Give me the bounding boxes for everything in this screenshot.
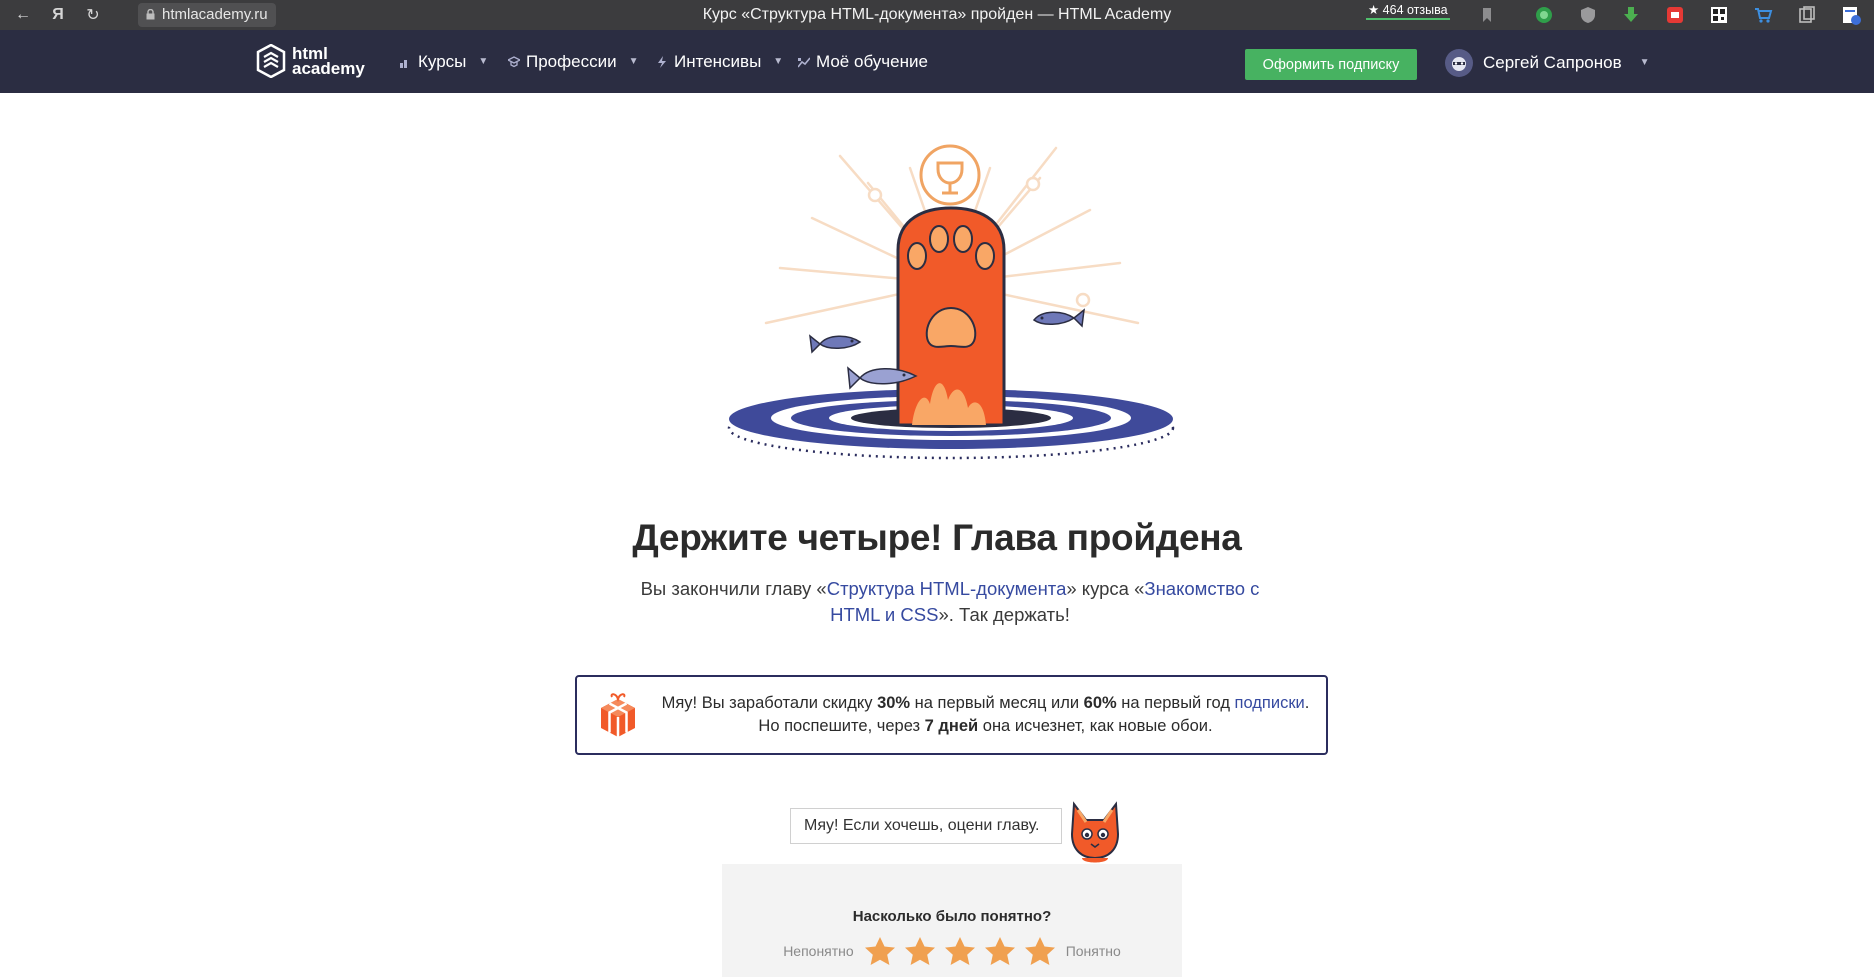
chevron-down-icon: ▼ — [628, 56, 639, 67]
text-after: ». Так держать! — [938, 604, 1070, 625]
lock-icon — [146, 9, 155, 20]
nav-courses-label: Курсы — [418, 52, 467, 71]
fish-left — [809, 334, 862, 354]
star-1-icon[interactable] — [864, 936, 896, 966]
gift-box-icon — [601, 693, 635, 737]
lightning-icon — [658, 56, 666, 68]
discount-part3: на первый год — [1116, 694, 1235, 712]
page-title: Держите четыре! Глава пройдена — [632, 517, 1242, 558]
discount-part1: Мяу! Вы заработали скидку — [661, 694, 878, 712]
cat-mascot-icon — [1070, 801, 1120, 863]
nav-professions-label: Профессии — [526, 52, 617, 71]
star-4-icon[interactable] — [984, 936, 1016, 966]
discount-part4: . — [1304, 694, 1310, 712]
text-middle: » курса « — [1066, 578, 1145, 599]
avatar — [1445, 49, 1473, 77]
browser-toolbar: ← Я ↻ htmlacademy.ru Курс «Структура HTM… — [0, 0, 1874, 30]
shield-icon[interactable] — [1577, 4, 1599, 26]
paw-trophy-illustration — [727, 144, 1175, 460]
completion-message: Вы закончили главу «Структура HTML-докум… — [640, 576, 1260, 628]
extension-red-icon[interactable] — [1664, 4, 1686, 26]
star-3-icon[interactable] — [944, 936, 976, 966]
rating-row: Непонятно Понятно — [722, 936, 1182, 966]
discount-month-percent: 30% — [877, 694, 911, 712]
user-menu[interactable]: Сергей Сапронов ▼ — [1445, 49, 1650, 77]
chevron-down-icon: ▼ — [478, 56, 489, 67]
reviews-badge[interactable]: ★ 464 отзыва — [1366, 2, 1450, 20]
qr-code-icon[interactable] — [1708, 4, 1730, 26]
nav-my-learning[interactable]: Моё обучение — [798, 50, 928, 74]
courses-bars-icon — [400, 60, 407, 68]
logo-shield-icon — [256, 44, 286, 78]
raccoon-avatar-icon — [1452, 57, 1466, 71]
chevron-down-icon: ▼ — [1639, 57, 1650, 68]
logo-text-academy: academy — [292, 59, 365, 78]
cart-icon[interactable] — [1752, 4, 1774, 26]
text-before: Вы закончили главу « — [640, 578, 827, 599]
bookmark-icon[interactable] — [1476, 4, 1498, 26]
star-5-icon[interactable] — [1024, 936, 1056, 966]
chapter-link[interactable]: Структура HTML-документа — [827, 578, 1067, 599]
user-name: Сергей Сапронов — [1483, 53, 1622, 72]
yandex-icon[interactable]: Я — [47, 4, 69, 26]
collections-icon[interactable] — [1796, 4, 1818, 26]
rating-high-label: Понятно — [1065, 943, 1121, 959]
subscription-link[interactable]: подписки — [1235, 694, 1305, 712]
subscribe-button[interactable]: Оформить подписку — [1245, 49, 1417, 80]
extension-green-circle-icon[interactable] — [1533, 4, 1555, 26]
reload-icon[interactable]: ↻ — [82, 4, 104, 26]
discount-part5: Но поспешите, через — [758, 717, 925, 735]
url-text: htmlacademy.ru — [162, 6, 268, 23]
learning-chart-icon — [798, 57, 810, 68]
account-icon[interactable] — [1840, 4, 1862, 26]
discount-days: 7 дней — [924, 717, 979, 735]
star-2-icon[interactable] — [904, 936, 936, 966]
nav-courses[interactable]: Курсы ▼ — [400, 50, 488, 74]
discount-text: Мяу! Вы заработали скидку 30% на первый … — [655, 692, 1316, 738]
discount-notice: Мяу! Вы заработали скидку 30% на первый … — [575, 675, 1328, 755]
download-icon[interactable] — [1620, 4, 1642, 26]
nav-intensives[interactable]: Интенсивы ▼ — [656, 50, 783, 74]
rating-low-label: Непонятно — [783, 943, 854, 959]
nav-professions[interactable]: Профессии ▼ — [508, 50, 638, 74]
discount-part6: она исчезнет, как новые обои. — [978, 717, 1213, 735]
chevron-down-icon: ▼ — [773, 56, 784, 67]
cat-speech-bubble: Мяу! Если хочешь, оцени главу. — [790, 808, 1062, 844]
rating-question: Насколько было понятно? — [852, 908, 1052, 925]
nav-intensives-label: Интенсивы — [674, 52, 762, 71]
address-bar[interactable]: htmlacademy.ru — [138, 3, 276, 27]
site-header: html academy Курсы ▼ Профессии ▼ Интенси… — [0, 30, 1874, 93]
rating-panel: Насколько было понятно? Непонятно Понятн… — [722, 864, 1182, 977]
graduation-cap-icon — [508, 56, 520, 68]
html-academy-logo[interactable]: html academy — [256, 44, 365, 78]
nav-my-learning-label: Моё обучение — [816, 52, 928, 71]
discount-year-percent: 60% — [1083, 694, 1117, 712]
fish-right — [1032, 308, 1085, 328]
discount-part2: на первый месяц или — [910, 694, 1084, 712]
back-arrow-icon[interactable]: ← — [12, 4, 34, 26]
